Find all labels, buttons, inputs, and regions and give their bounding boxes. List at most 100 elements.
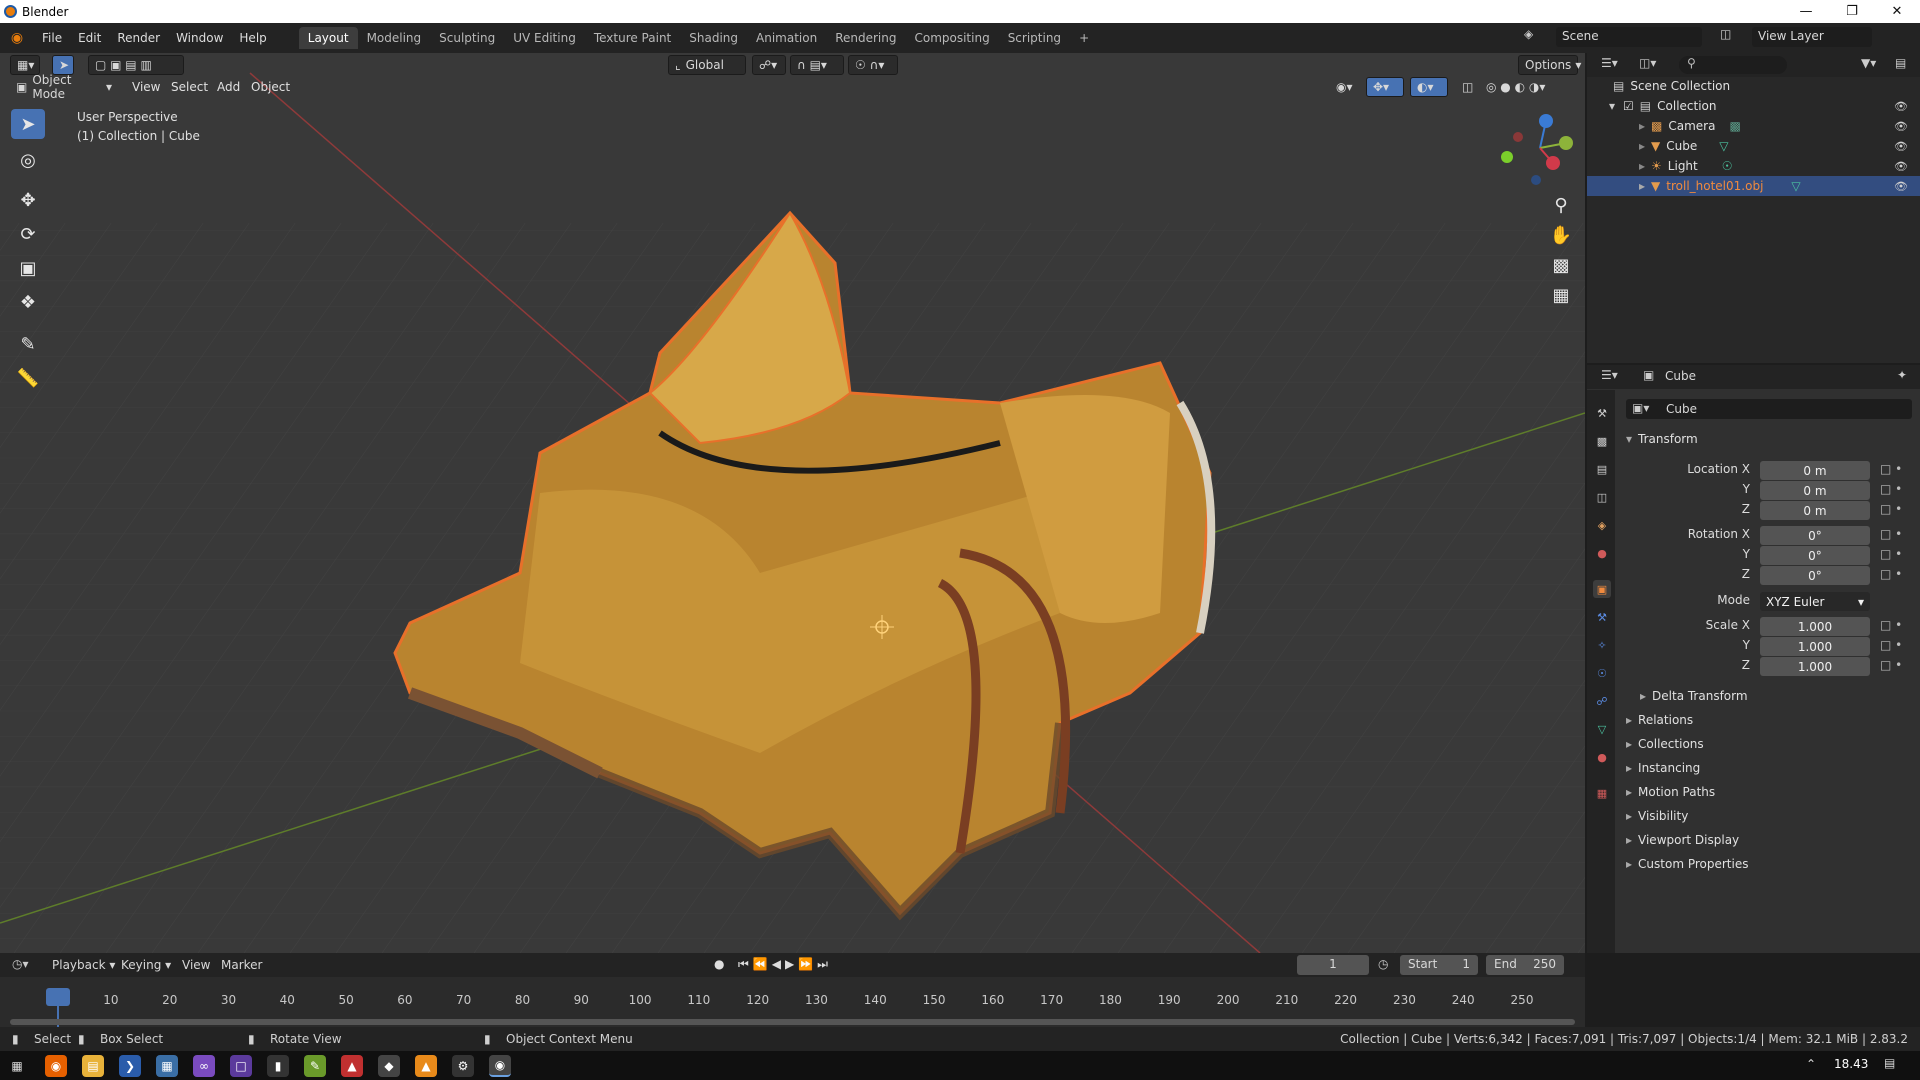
timeline-scrollbar[interactable] — [10, 1019, 1575, 1025]
restore-button[interactable]: ❐ — [1829, 0, 1875, 23]
editor-type-button[interactable]: ▦▾ — [10, 55, 40, 75]
lock-icon[interactable]: □ • — [1880, 618, 1902, 632]
lock-icon[interactable]: □ • — [1880, 547, 1902, 561]
lock-icon[interactable]: □ • — [1880, 567, 1902, 581]
timeline-editor-icon[interactable]: ◷▾ — [12, 957, 29, 971]
menu-file[interactable]: File — [34, 31, 70, 45]
menu-render[interactable]: Render — [109, 31, 168, 45]
blender-menu-icon[interactable]: ◉ — [0, 30, 34, 46]
delta-transform-subpanel[interactable]: ▸ Delta Transform — [1640, 689, 1748, 703]
brave-icon[interactable]: ▲ — [341, 1055, 363, 1077]
location-y-field[interactable]: 0 m — [1760, 481, 1870, 500]
panel-visibility[interactable]: ▸ Visibility — [1626, 809, 1688, 823]
particles-tab-icon[interactable]: ✧ — [1593, 636, 1611, 654]
tab-shading[interactable]: Shading — [680, 27, 747, 49]
selection-modes[interactable]: ▢ ▣ ▤ ▥ — [88, 55, 184, 75]
timeline-menu-playback[interactable]: Playback ▾ — [52, 958, 115, 972]
panel-custom-properties[interactable]: ▸ Custom Properties — [1626, 857, 1748, 871]
lock-icon[interactable]: □ • — [1880, 638, 1902, 652]
panel-relations[interactable]: ▸ Relations — [1626, 713, 1693, 727]
rotation-y-field[interactable]: 0° — [1760, 546, 1870, 565]
tool-tab-icon[interactable]: ⚒ — [1593, 404, 1611, 422]
timeline-menu-marker[interactable]: Marker — [221, 958, 262, 972]
menu-window[interactable]: Window — [168, 31, 231, 45]
xray-icon[interactable]: ◫ — [1456, 77, 1476, 97]
eye-icon[interactable]: 👁 — [1894, 160, 1908, 173]
location-x-field[interactable]: 0 m — [1760, 461, 1870, 480]
display-mode-icon[interactable]: ◫▾ — [1639, 56, 1656, 70]
outliner-editor-icon[interactable]: ☰▾ — [1601, 56, 1618, 70]
scene-collection-row[interactable]: ▤ Scene Collection — [1587, 76, 1920, 96]
tab-texture-paint[interactable]: Texture Paint — [585, 27, 680, 49]
rotate-tool-icon[interactable]: ⟳ — [11, 219, 45, 249]
record-icon[interactable]: ● — [714, 957, 724, 971]
rotation-mode-dropdown[interactable]: XYZ Euler ▾ — [1760, 592, 1870, 611]
physics-tab-icon[interactable]: ☉ — [1593, 664, 1611, 682]
texture-tab-icon[interactable]: ▦ — [1593, 784, 1611, 802]
eye-icon[interactable]: 👁 — [1894, 100, 1908, 113]
tab-scripting[interactable]: Scripting — [999, 27, 1070, 49]
scale-z-field[interactable]: 1.000 — [1760, 657, 1870, 676]
outliner-item-camera[interactable]: ▸ ▩ Camera ▩ 👁 — [1587, 116, 1920, 136]
scene-tab-icon[interactable]: ◈ — [1593, 516, 1611, 534]
scale-x-field[interactable]: 1.000 — [1760, 617, 1870, 636]
outliner-item-light[interactable]: ▸ ☀ Light ☉ 👁 — [1587, 156, 1920, 176]
measure-tool-icon[interactable]: 📏 — [11, 363, 45, 393]
lock-icon[interactable]: □ • — [1880, 502, 1902, 516]
output-tab-icon[interactable]: ▤ — [1593, 460, 1611, 478]
file-explorer-icon[interactable]: ▤ — [82, 1055, 104, 1077]
constraints-tab-icon[interactable]: ☍ — [1593, 692, 1611, 710]
notification-icon[interactable]: ▤ — [1884, 1056, 1895, 1070]
tab-compositing[interactable]: Compositing — [905, 27, 998, 49]
render-tab-icon[interactable]: ▩ — [1593, 432, 1611, 450]
pan-hand-icon[interactable]: ✋ — [1545, 221, 1577, 249]
visual-studio-icon[interactable]: ∞ — [193, 1055, 215, 1077]
tab-layout[interactable]: Layout — [298, 27, 358, 49]
view-layer-selector[interactable]: View Layer — [1752, 27, 1872, 47]
shading-modes[interactable]: ◎ ● ◐ ◑▾ — [1480, 77, 1576, 97]
panel-collections[interactable]: ▸ Collections — [1626, 737, 1704, 751]
tab-rendering[interactable]: Rendering — [826, 27, 905, 49]
menu-edit[interactable]: Edit — [70, 31, 109, 45]
lock-icon[interactable]: □ • — [1880, 462, 1902, 476]
end-frame-field[interactable]: End 250 — [1486, 955, 1564, 975]
cursor-tool-icon[interactable]: ◎ — [11, 145, 45, 175]
git-icon[interactable]: ◆ — [378, 1055, 400, 1077]
material-tab-icon[interactable]: ● — [1593, 748, 1611, 766]
dev-tool-icon[interactable]: □ — [230, 1055, 252, 1077]
outliner-item-cube[interactable]: ▸ ▼ Cube ▽ 👁 — [1587, 136, 1920, 156]
viewport-menu-select[interactable]: Select — [171, 80, 208, 94]
transform-panel-header[interactable]: ▾ Transform — [1626, 432, 1698, 446]
blender-taskbar-icon[interactable]: ◉ — [489, 1055, 511, 1077]
scale-y-field[interactable]: 1.000 — [1760, 637, 1870, 656]
world-tab-icon[interactable]: ● — [1593, 544, 1611, 562]
data-tab-icon[interactable]: ▽ — [1593, 720, 1611, 738]
expand-arrow-icon[interactable]: ▾ — [1609, 99, 1615, 113]
gizmos-icon[interactable]: ✥▾ — [1366, 77, 1404, 97]
viewport-menu-object[interactable]: Object — [251, 80, 290, 94]
rotation-x-field[interactable]: 0° — [1760, 526, 1870, 545]
eye-icon[interactable]: 👁 — [1894, 180, 1908, 193]
filter-icon[interactable]: ▼▾ — [1861, 56, 1876, 70]
panel-motion-paths[interactable]: ▸ Motion Paths — [1626, 785, 1715, 799]
proportional-edit-icon[interactable]: ☉ ∩▾ — [848, 55, 898, 75]
move-tool-icon[interactable]: ✥ — [11, 185, 45, 215]
lock-icon[interactable]: □ • — [1880, 482, 1902, 496]
vlc-icon[interactable]: ▲ — [415, 1055, 437, 1077]
firefox-icon[interactable]: ◉ — [45, 1055, 67, 1077]
view-layer-tab-icon[interactable]: ◫ — [1593, 488, 1611, 506]
panel-instancing[interactable]: ▸ Instancing — [1626, 761, 1700, 775]
windows-start-icon[interactable]: ▦ — [6, 1055, 28, 1077]
overlays-icon[interactable]: ◐▾ — [1410, 77, 1448, 97]
tab-uv-editing[interactable]: UV Editing — [504, 27, 585, 49]
settings-gear-icon[interactable]: ⚙ — [452, 1055, 474, 1077]
eye-icon[interactable]: 👁 — [1894, 140, 1908, 153]
properties-editor-icon[interactable]: ☰▾ — [1601, 368, 1618, 382]
camera-view-icon[interactable]: ▩ — [1545, 251, 1577, 279]
powershell-icon[interactable]: ❯ — [119, 1055, 141, 1077]
zoom-icon[interactable]: ⚲ — [1545, 191, 1577, 219]
select-box-tool-icon[interactable]: ➤ — [11, 109, 45, 139]
ortho-grid-icon[interactable]: ▦ — [1545, 281, 1577, 309]
scene-selector[interactable]: Scene — [1556, 27, 1702, 47]
3d-viewport[interactable]: ▦▾ ➤ ▢ ▣ ▤ ▥ ⌞ Global ☍▾ ∩ ▤▾ ☉ ∩▾ Optio… — [0, 53, 1585, 953]
